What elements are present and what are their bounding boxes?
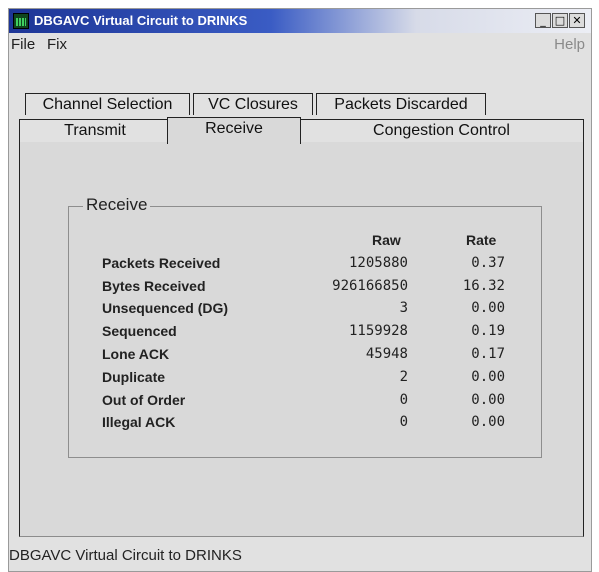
rate-lone-ack: 0.17 xyxy=(471,346,505,362)
tab-congestion-control[interactable]: Congestion Control xyxy=(299,119,584,143)
raw-unsequenced: 3 xyxy=(399,300,408,316)
rate-unsequenced: 0.00 xyxy=(471,300,505,316)
tab-content-panel: Receive Raw Rate Packets Received 120588… xyxy=(19,142,584,537)
menu-help[interactable]: Help xyxy=(554,36,585,53)
application-window: DBGAVC Virtual Circuit to DRINKS _ □ ✕ F… xyxy=(8,8,592,572)
row-label-bytes-received: Bytes Received xyxy=(102,278,206,294)
row-label-out-of-order: Out of Order xyxy=(102,392,186,408)
menu-fix[interactable]: Fix xyxy=(47,36,67,53)
row-label-illegal-ack: Illegal ACK xyxy=(102,414,176,430)
close-button[interactable]: ✕ xyxy=(569,13,585,28)
tab-receive[interactable]: Receive xyxy=(167,117,301,144)
raw-out-of-order: 0 xyxy=(399,392,408,408)
tab-channel-selection[interactable]: Channel Selection xyxy=(25,93,190,115)
tab-transmit[interactable]: Transmit xyxy=(19,119,171,143)
title-bar[interactable]: DBGAVC Virtual Circuit to DRINKS _ □ ✕ xyxy=(9,9,591,33)
raw-duplicate: 2 xyxy=(399,369,408,385)
rate-bytes-received: 16.32 xyxy=(462,278,505,294)
menu-file[interactable]: File xyxy=(11,36,35,53)
rate-illegal-ack: 0.00 xyxy=(471,414,505,430)
raw-sequenced: 1159928 xyxy=(348,323,408,339)
raw-bytes-received: 926166850 xyxy=(332,278,408,294)
minimize-button[interactable]: _ xyxy=(535,13,551,28)
rate-out-of-order: 0.00 xyxy=(471,392,505,408)
maximize-button[interactable]: □ xyxy=(552,13,568,28)
rate-sequenced: 0.19 xyxy=(471,323,505,339)
rate-duplicate: 0.00 xyxy=(471,369,505,385)
rate-packets-received: 0.37 xyxy=(471,255,505,271)
row-label-unsequenced: Unsequenced (DG) xyxy=(102,300,229,316)
column-header-raw: Raw xyxy=(372,232,401,248)
tab-vc-closures[interactable]: VC Closures xyxy=(193,93,313,115)
row-label-packets-received: Packets Received xyxy=(102,255,221,271)
app-icon xyxy=(13,13,29,29)
raw-lone-ack: 45948 xyxy=(365,346,408,362)
receive-group-label: Receive xyxy=(83,195,151,215)
status-bar: DBGAVC Virtual Circuit to DRINKS xyxy=(9,537,591,571)
column-header-rate: Rate xyxy=(466,232,497,248)
row-label-sequenced: Sequenced xyxy=(102,323,177,339)
status-text: DBGAVC Virtual Circuit to DRINKS xyxy=(9,547,242,564)
raw-packets-received: 1205880 xyxy=(348,255,408,271)
row-label-duplicate: Duplicate xyxy=(102,369,166,385)
raw-illegal-ack: 0 xyxy=(399,414,408,430)
tab-packets-discarded[interactable]: Packets Discarded xyxy=(316,93,486,115)
window-title: DBGAVC Virtual Circuit to DRINKS xyxy=(34,13,248,28)
row-label-lone-ack: Lone ACK xyxy=(102,346,170,362)
menu-bar: File Fix Help xyxy=(9,33,591,57)
